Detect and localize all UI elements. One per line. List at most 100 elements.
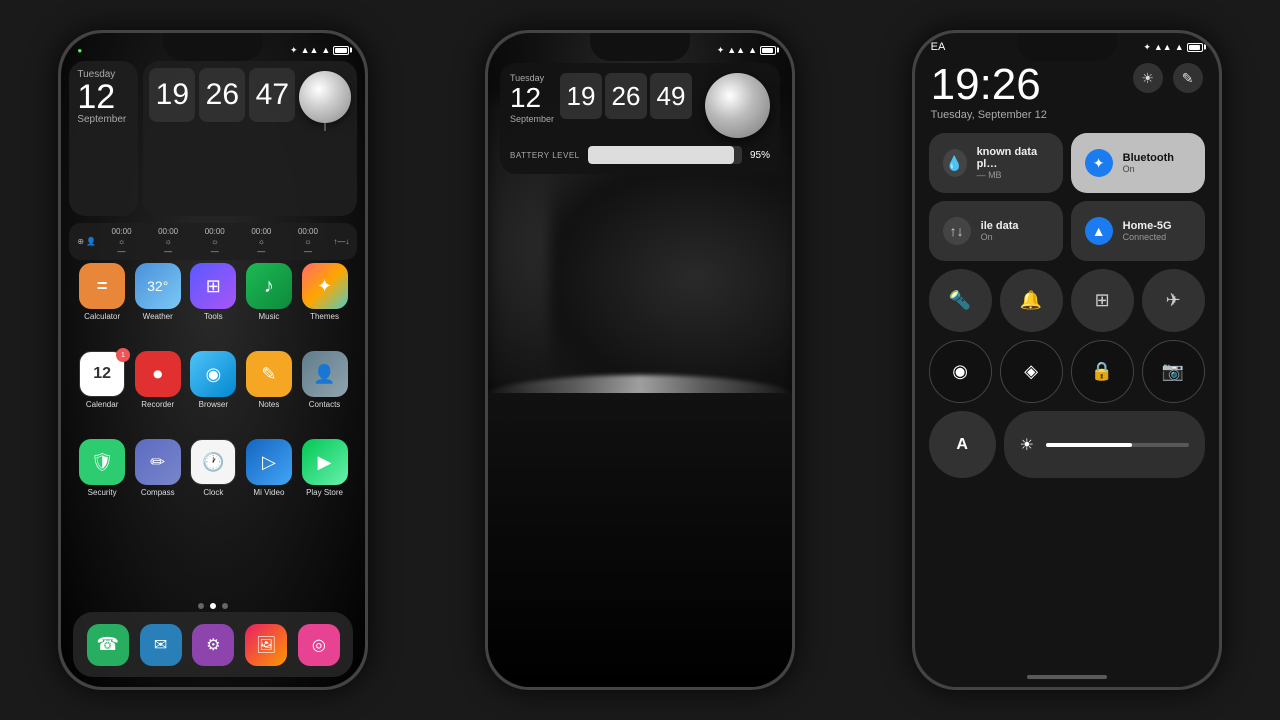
weather-label: Weather: [143, 312, 173, 321]
wifi-tile[interactable]: ▲ Home-5G Connected: [1071, 201, 1205, 261]
cc-signal-icon: ▲▲: [1154, 42, 1172, 52]
app-grid-row2: 12 1 Calendar ⏺ Recorder ◉ Browser ✎ Not…: [77, 351, 349, 409]
app-notes[interactable]: ✎ Notes: [244, 351, 294, 409]
dock-messages[interactable]: ✉: [140, 624, 182, 666]
app-browser[interactable]: ◉ Browser: [189, 351, 239, 409]
data-tile-sub: — MB: [977, 170, 1049, 180]
home-indicator[interactable]: [1027, 675, 1107, 679]
browser-icon[interactable]: ◉: [190, 351, 236, 397]
battery-section: BATTERY LEVEL 95%: [510, 146, 770, 164]
weather-icon[interactable]: 32°: [135, 263, 181, 309]
app-calculator[interactable]: = Calculator: [77, 263, 127, 321]
cc-time-display: 19:26: [931, 63, 1047, 107]
app-dock: ☎ ✉ ⚙ 🖼 ◎: [73, 612, 353, 677]
compass-label: Compass: [141, 488, 175, 497]
phone2-status-bar: ✦ ▲▲ ▲: [488, 39, 792, 61]
app-music[interactable]: ♪ Music: [244, 263, 294, 321]
mivideo-icon[interactable]: ▷: [246, 439, 292, 485]
app-themes[interactable]: ✦ Themes: [300, 263, 350, 321]
calendar-icon[interactable]: 12 1: [79, 351, 125, 397]
app-tools[interactable]: ⊞ Tools: [189, 263, 239, 321]
clock-hour: 19: [149, 68, 195, 122]
weather-time-2: 00:00 ☼ —: [158, 227, 178, 256]
autorotate-icon: ◉: [952, 361, 968, 382]
cc-wifi-icon: ▲: [1175, 42, 1184, 52]
lock-month: September: [510, 114, 554, 124]
contacts-label: Contacts: [309, 400, 341, 409]
notes-icon[interactable]: ✎: [246, 351, 292, 397]
gallery-app-icon[interactable]: 🖼: [245, 624, 287, 666]
calculator-icon[interactable]: =: [79, 263, 125, 309]
video-button[interactable]: 📷: [1142, 340, 1205, 403]
mobiledata-name: ile data: [981, 220, 1019, 232]
app-clock[interactable]: 🕐 Clock: [189, 439, 239, 497]
status-icons: ✦ ▲▲ ▲: [1143, 42, 1202, 53]
dock-camera[interactable]: ◎: [298, 624, 340, 666]
app-security[interactable]: 🛡 Security: [77, 439, 127, 497]
day-number: 12: [77, 80, 115, 114]
app-weather[interactable]: 32° Weather: [133, 263, 183, 321]
wifi-tile-sub: Connected: [1123, 232, 1172, 242]
lock-button[interactable]: 🔒: [1071, 340, 1134, 403]
brightness-icon: ☀: [1020, 435, 1034, 455]
clock-icon[interactable]: 🕐: [190, 439, 236, 485]
messages-app-icon[interactable]: ✉: [140, 624, 182, 666]
themes-label: Themes: [310, 312, 339, 321]
lock-knob: [705, 73, 770, 138]
compass-icon[interactable]: ✏: [135, 439, 181, 485]
camera-app-icon[interactable]: ◎: [298, 624, 340, 666]
sun-icon: ☀: [1141, 70, 1154, 87]
battery-fill: [588, 146, 735, 164]
brightness-fill: [1046, 443, 1132, 447]
bluetooth-tile[interactable]: ✦ Bluetooth On: [1071, 133, 1205, 193]
dock-phone[interactable]: ☎: [87, 624, 129, 666]
app-calendar[interactable]: 12 1 Calendar: [77, 351, 127, 409]
tools-icon[interactable]: ⊞: [190, 263, 236, 309]
edit-button[interactable]: ✎: [1173, 63, 1203, 93]
dock-gallery[interactable]: 🖼: [245, 624, 287, 666]
accessibility-button[interactable]: A: [929, 411, 996, 478]
location-button[interactable]: ◈: [1000, 340, 1063, 403]
clock-label: Clock: [203, 488, 223, 497]
browser-label: Browser: [199, 400, 228, 409]
wifi-status: ▲: [321, 45, 330, 55]
recorder-icon[interactable]: ⏺: [135, 351, 181, 397]
edit-icon: ✎: [1182, 70, 1194, 87]
security-icon[interactable]: 🛡: [79, 439, 125, 485]
autorotate-button[interactable]: ◉: [929, 340, 992, 403]
clock-knob: [299, 71, 351, 123]
airplane-button[interactable]: ✈: [1142, 269, 1205, 332]
bell-button[interactable]: 🔔: [1000, 269, 1063, 332]
mobiledata-info: ile data On: [981, 220, 1019, 242]
location-icon: ⊕ 👤: [77, 237, 96, 246]
contacts-icon[interactable]: 👤: [302, 351, 348, 397]
wifi-tile-name: Home-5G: [1123, 220, 1172, 232]
app-playstore[interactable]: ▶ Play Store: [300, 439, 350, 497]
a-icon: A: [956, 436, 968, 454]
bluetooth-tile-icon: ✦: [1085, 149, 1113, 177]
cc-battery-icon: [1187, 43, 1203, 52]
music-icon[interactable]: ♪: [246, 263, 292, 309]
phone-app-icon[interactable]: ☎: [87, 624, 129, 666]
torch-button[interactable]: 🔦: [929, 269, 992, 332]
brightness-bar[interactable]: [1046, 443, 1189, 447]
themes-icon[interactable]: ✦: [302, 263, 348, 309]
led-dot: ●: [77, 46, 82, 55]
settings-app-icon[interactable]: ⚙: [192, 624, 234, 666]
app-contacts[interactable]: 👤 Contacts: [300, 351, 350, 409]
app-compass[interactable]: ✏ Compass: [133, 439, 183, 497]
mobiledata-tile[interactable]: ↑↓ ile data On: [929, 201, 1063, 261]
playstore-icon[interactable]: ▶: [302, 439, 348, 485]
brightness-slider[interactable]: ☀: [1004, 411, 1205, 478]
data-tile[interactable]: 💧 known data pl… — MB: [929, 133, 1063, 193]
bt-status: ✦: [290, 45, 298, 56]
app-mivideo[interactable]: ▷ Mi Video: [244, 439, 294, 497]
lock-top-row: Tuesday 12 September 19 26 49: [510, 73, 770, 138]
battery-label: BATTERY LEVEL: [510, 151, 580, 160]
airplane-icon: ✈: [1166, 290, 1181, 311]
screen-button[interactable]: ⊞: [1071, 269, 1134, 332]
app-grid-row1: = Calculator 32° Weather ⊞ Tools ♪ Music…: [77, 263, 349, 321]
dock-settings[interactable]: ⚙: [192, 624, 234, 666]
brightness-button[interactable]: ☀: [1133, 63, 1163, 93]
app-recorder[interactable]: ⏺ Recorder: [133, 351, 183, 409]
